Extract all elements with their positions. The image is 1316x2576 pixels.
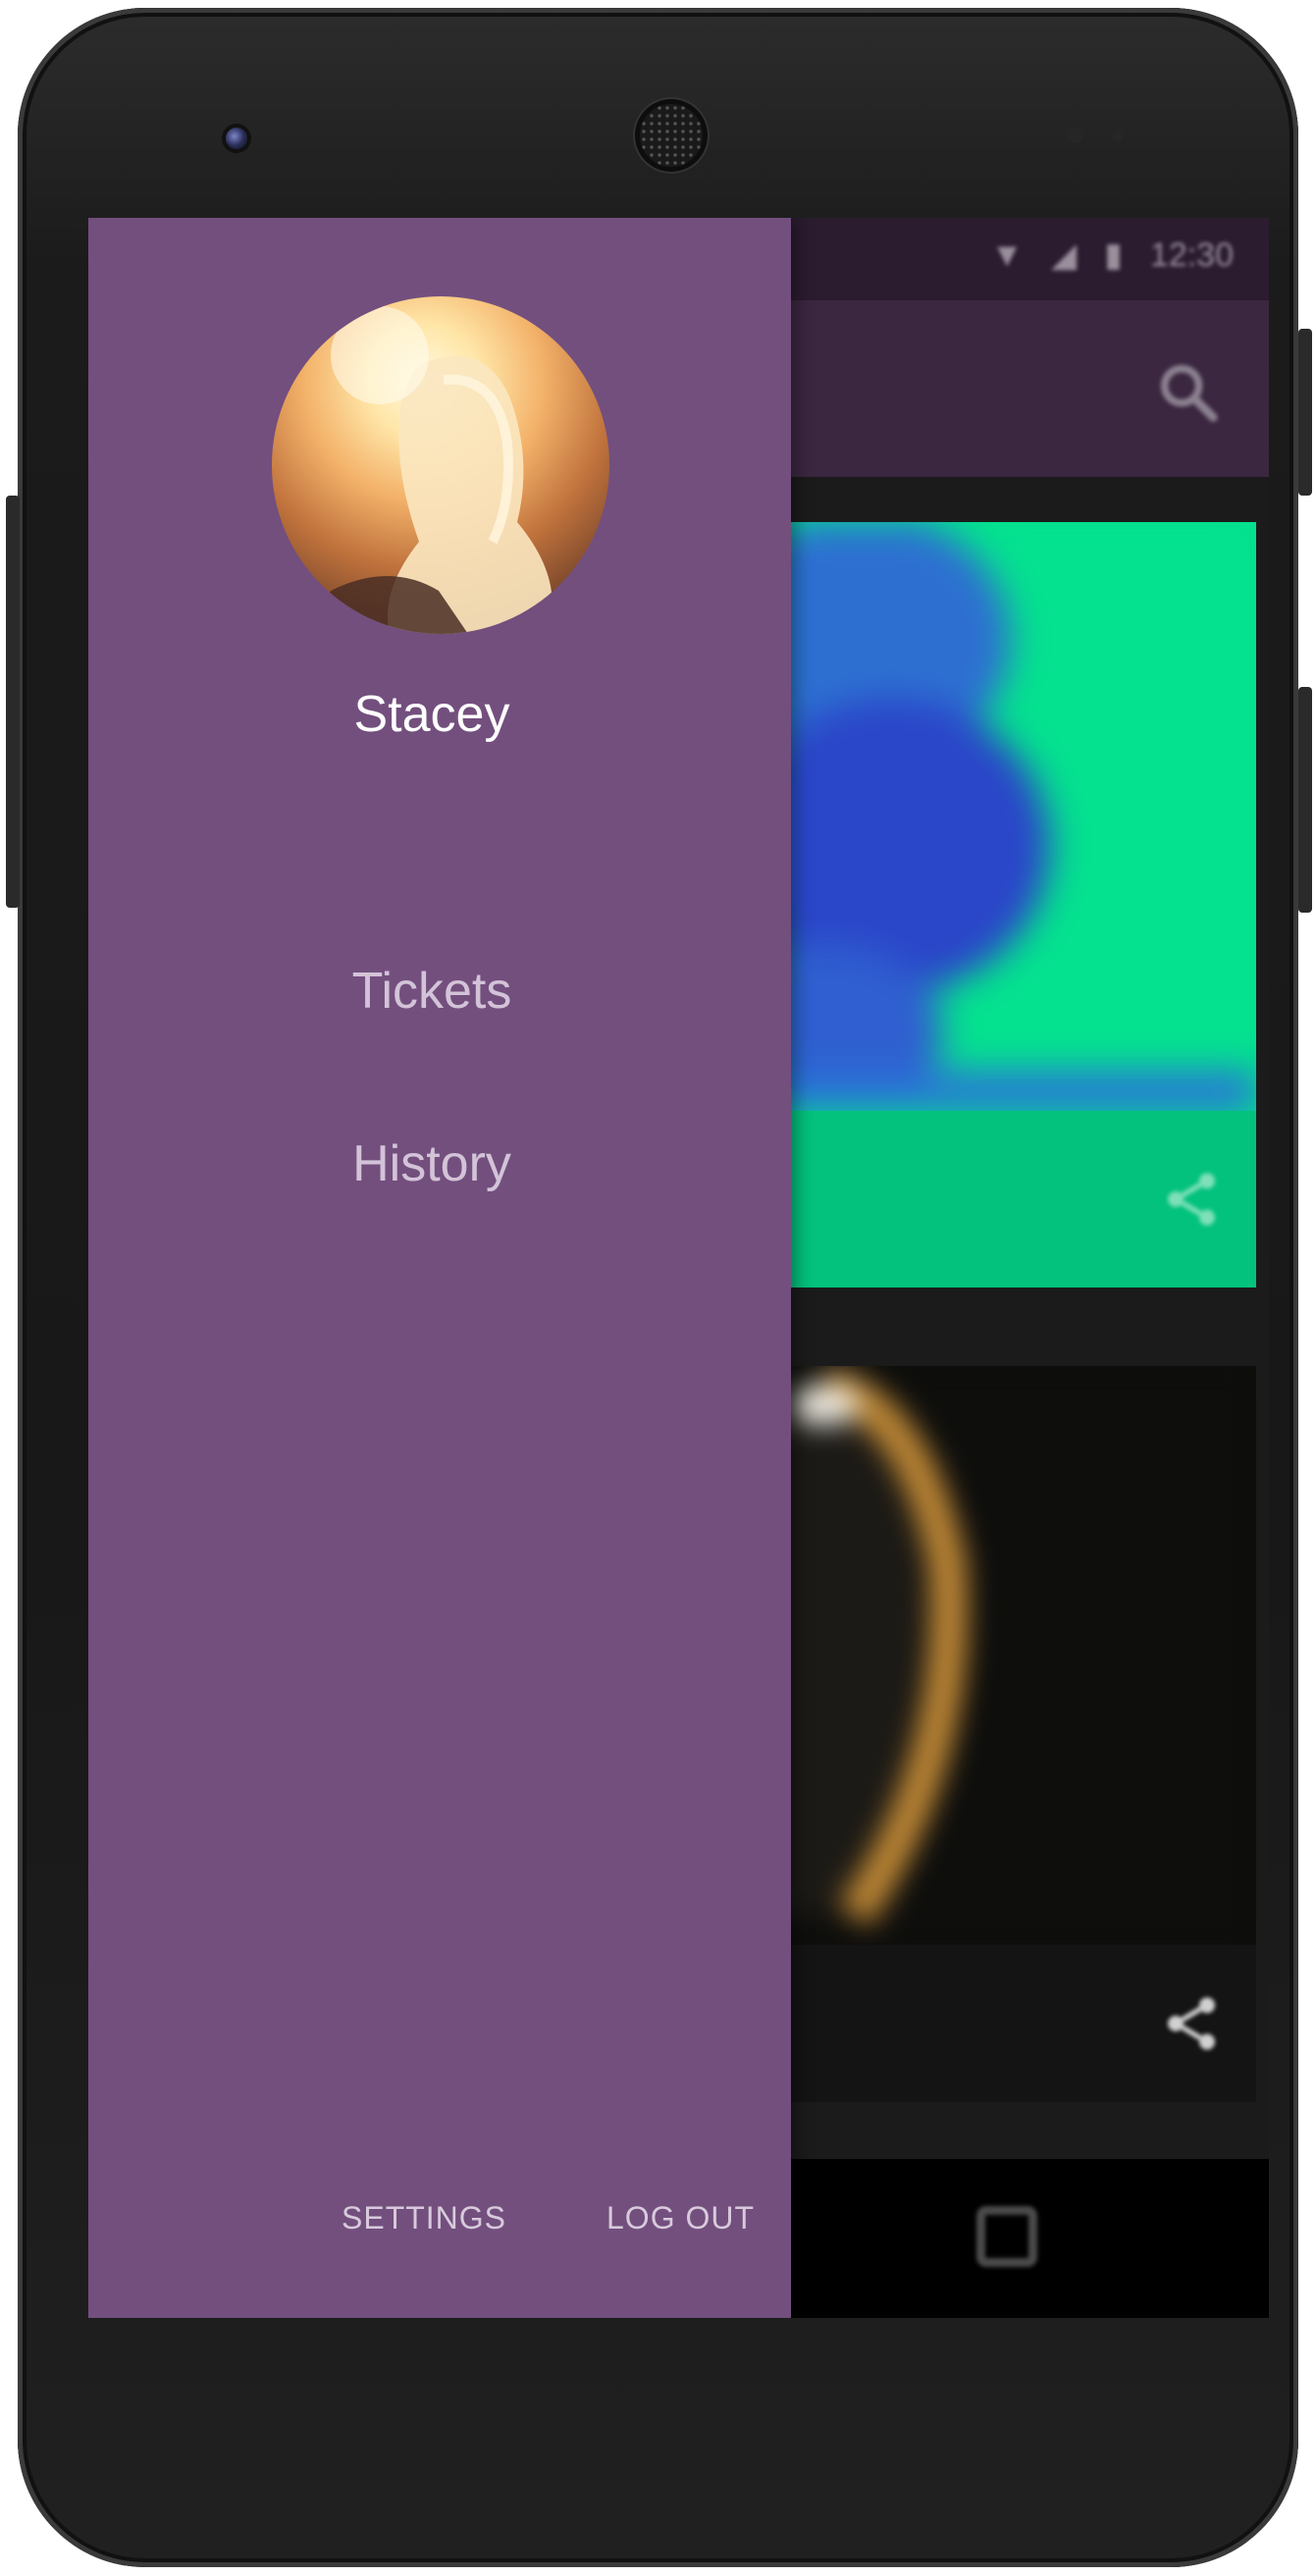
drawer-item-history[interactable]: History [88, 1134, 775, 1193]
phone-frame: ▼ ◢ ▮ 12:30 Stacey Tickets History SETTI… [18, 8, 1298, 2567]
settings-button[interactable]: SETTINGS [342, 2200, 506, 2236]
side-button [6, 496, 20, 908]
earpiece-speaker [640, 104, 703, 167]
event-card[interactable] [765, 522, 1256, 1288]
avatar-photo [311, 306, 553, 634]
signal-icon: ◢ [1051, 237, 1078, 274]
avatar[interactable] [272, 296, 609, 634]
recents-icon[interactable] [976, 2206, 1037, 2267]
battery-icon: ▮ [1104, 237, 1123, 274]
user-name: Stacey [353, 686, 510, 743]
wifi-icon: ▼ [990, 236, 1025, 274]
front-camera [226, 128, 247, 149]
power-button [1298, 329, 1312, 496]
search-icon[interactable] [1153, 357, 1222, 426]
share-icon[interactable] [1160, 1168, 1223, 1231]
status-time: 12:30 [1149, 236, 1234, 274]
status-icons: ▼ ◢ ▮ 12:30 [990, 236, 1234, 275]
card-artwork [765, 1366, 1256, 1955]
logout-button[interactable]: LOG OUT [606, 2200, 755, 2236]
card-artwork [765, 522, 1256, 1111]
drawer-item-tickets[interactable]: Tickets [88, 962, 775, 1021]
light-sensor [1112, 130, 1124, 141]
screen: ▼ ◢ ▮ 12:30 Stacey Tickets History SETTI… [88, 218, 1269, 2318]
navigation-drawer: Stacey Tickets History SETTINGS LOG OUT [88, 218, 791, 2318]
proximity-sensor [1068, 128, 1083, 143]
volume-button [1298, 687, 1312, 913]
share-icon[interactable] [1160, 1992, 1223, 2055]
event-card[interactable] [765, 1366, 1256, 2102]
